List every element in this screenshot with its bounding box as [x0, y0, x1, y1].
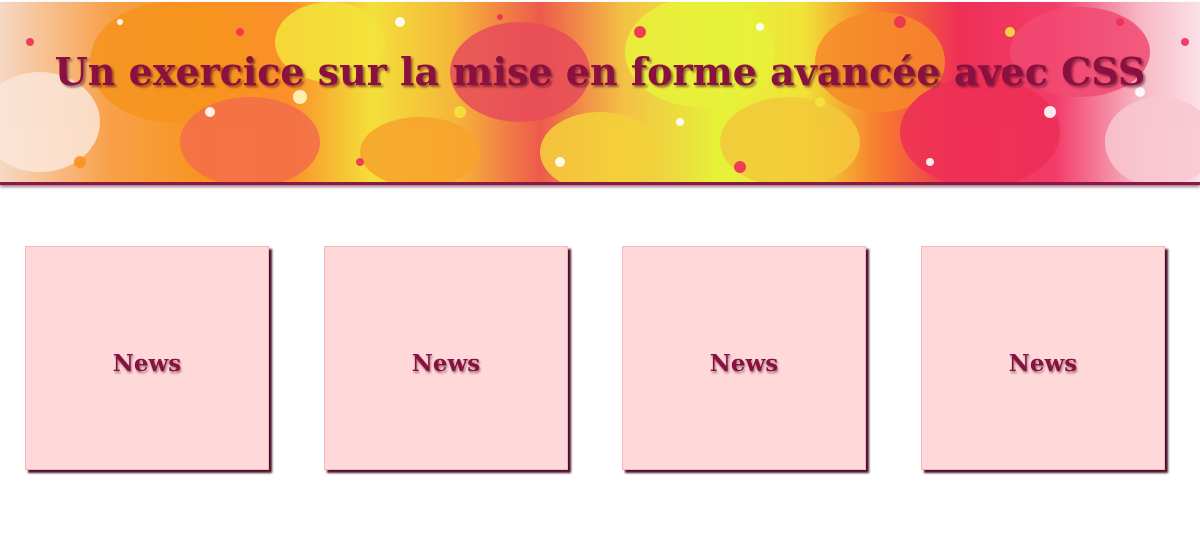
news-card-3[interactable]: News: [622, 246, 866, 470]
news-card-2[interactable]: News: [324, 246, 568, 470]
page-title: Un exercice sur la mise en forme avancée…: [54, 49, 1146, 94]
header-banner: Un exercice sur la mise en forme avancée…: [0, 2, 1200, 185]
news-card-label: News: [411, 349, 481, 377]
news-card-label: News: [1008, 349, 1078, 377]
news-card-1[interactable]: News: [25, 246, 269, 470]
news-card-label: News: [709, 349, 779, 377]
news-card-grid: News News News News: [0, 246, 1200, 470]
news-card-label: News: [112, 349, 182, 377]
news-card-4[interactable]: News: [921, 246, 1165, 470]
